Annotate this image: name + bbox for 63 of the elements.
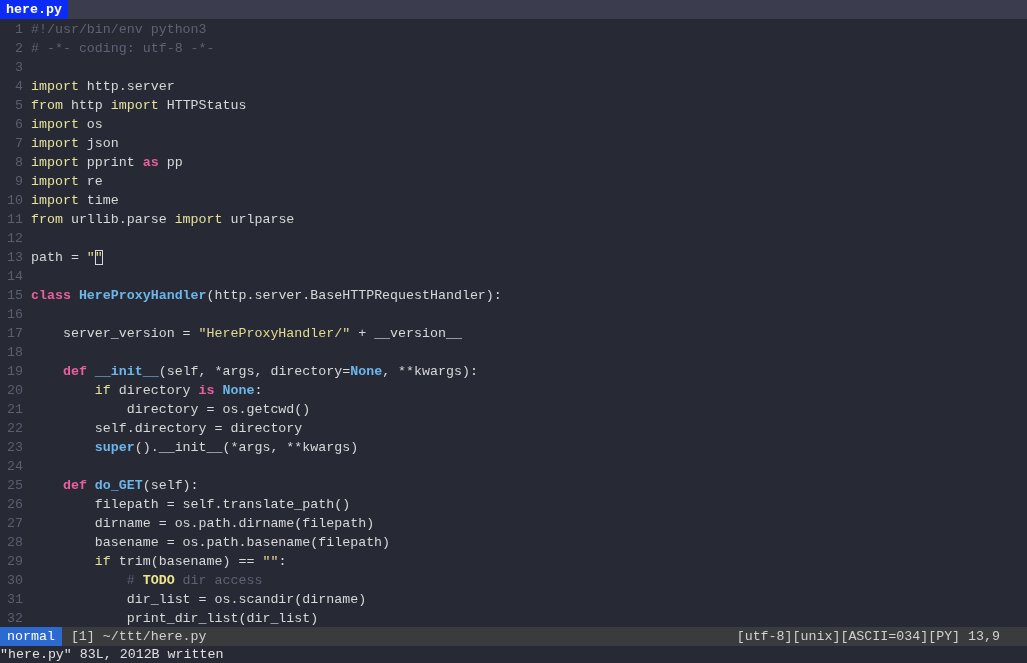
code-line: import json (31, 135, 119, 153)
code-line: super().__init__(*args, **kwargs) (93, 439, 359, 457)
code-line: import time (31, 192, 119, 210)
line-number: 7 (14, 135, 24, 153)
line-number: 23 (6, 439, 24, 457)
code-line: dir_list = os.scandir(dirname) (125, 591, 367, 609)
line-number: 8 (14, 154, 24, 172)
line-number: 18 (6, 344, 24, 362)
mode-indicator: normal (0, 627, 62, 646)
code-line: basename = os.path.basename(filepath) (93, 534, 391, 552)
code-line: if directory is None: (93, 382, 263, 400)
code-line: filepath = self.translate_path() (93, 496, 351, 514)
line-number: 5 (14, 97, 24, 115)
line-number: 21 (6, 401, 24, 419)
file-tab[interactable]: here.py (0, 0, 68, 19)
code-line: if trim(basename) == "": (93, 553, 287, 571)
code-line: # TODO dir access (125, 572, 263, 590)
line-number: 19 (6, 363, 24, 381)
line-number: 25 (6, 477, 24, 495)
line-number: 20 (6, 382, 24, 400)
line-number: 3 (14, 59, 24, 77)
line-number: 26 (6, 496, 24, 514)
line-number: 14 (6, 268, 24, 286)
code-line: server_version = "HereProxyHandler/" + __version__ (61, 325, 462, 343)
line-number: 17 (6, 325, 24, 343)
code-line: def __init__(self, *args, directory=None, **kwargs): (61, 363, 478, 381)
line-number: 32 (6, 610, 24, 627)
code-line: self.directory = directory (93, 420, 303, 438)
line-number: 27 (6, 515, 24, 533)
code-line: import pprint as pp (31, 154, 183, 172)
code-line: def do_GET(self): (61, 477, 199, 495)
line-number: 22 (6, 420, 24, 438)
line-number: 24 (6, 458, 24, 476)
code-line: from http import HTTPStatus (31, 97, 247, 115)
code-line: import http.server (31, 78, 175, 96)
line-number: 13 (6, 249, 24, 267)
code-line: path = "" (31, 249, 103, 267)
line-number: 31 (6, 591, 24, 609)
code-line: # -*- coding: utf-8 -*- (31, 40, 215, 58)
code-line: class HereProxyHandler(http.server.BaseHTTPRequestHandler): (31, 287, 502, 305)
line-number: 2 (14, 40, 24, 58)
code-line: import os (31, 116, 103, 134)
line-number: 16 (6, 306, 24, 324)
code-line: #!/usr/bin/env python3 (31, 21, 207, 39)
file-path: [1] ~/ttt/here.py (70, 628, 207, 646)
line-number: 6 (14, 116, 24, 134)
line-number: 10 (6, 192, 24, 210)
code-line: import re (31, 173, 103, 191)
code-line: from urllib.parse import urlparse (31, 211, 295, 229)
line-number: 4 (14, 78, 24, 96)
code-line: dirname = os.path.dirname(filepath) (93, 515, 375, 533)
line-number: 9 (14, 173, 24, 191)
code-line: directory = os.getcwd() (125, 401, 311, 419)
code-line: print_dir_list(dir_list) (125, 610, 319, 627)
line-number: 29 (6, 553, 24, 571)
command-message: "here.py" 83L, 2012B written (0, 646, 225, 663)
line-number: 12 (6, 230, 24, 248)
line-number: 28 (6, 534, 24, 552)
line-number: 11 (6, 211, 24, 229)
line-number: 15 (6, 287, 24, 305)
line-number: 30 (6, 572, 24, 590)
file-info: [utf-8][unix][ASCII=034][PY] 13,9 (736, 628, 1000, 646)
line-number: 1 (14, 21, 24, 39)
